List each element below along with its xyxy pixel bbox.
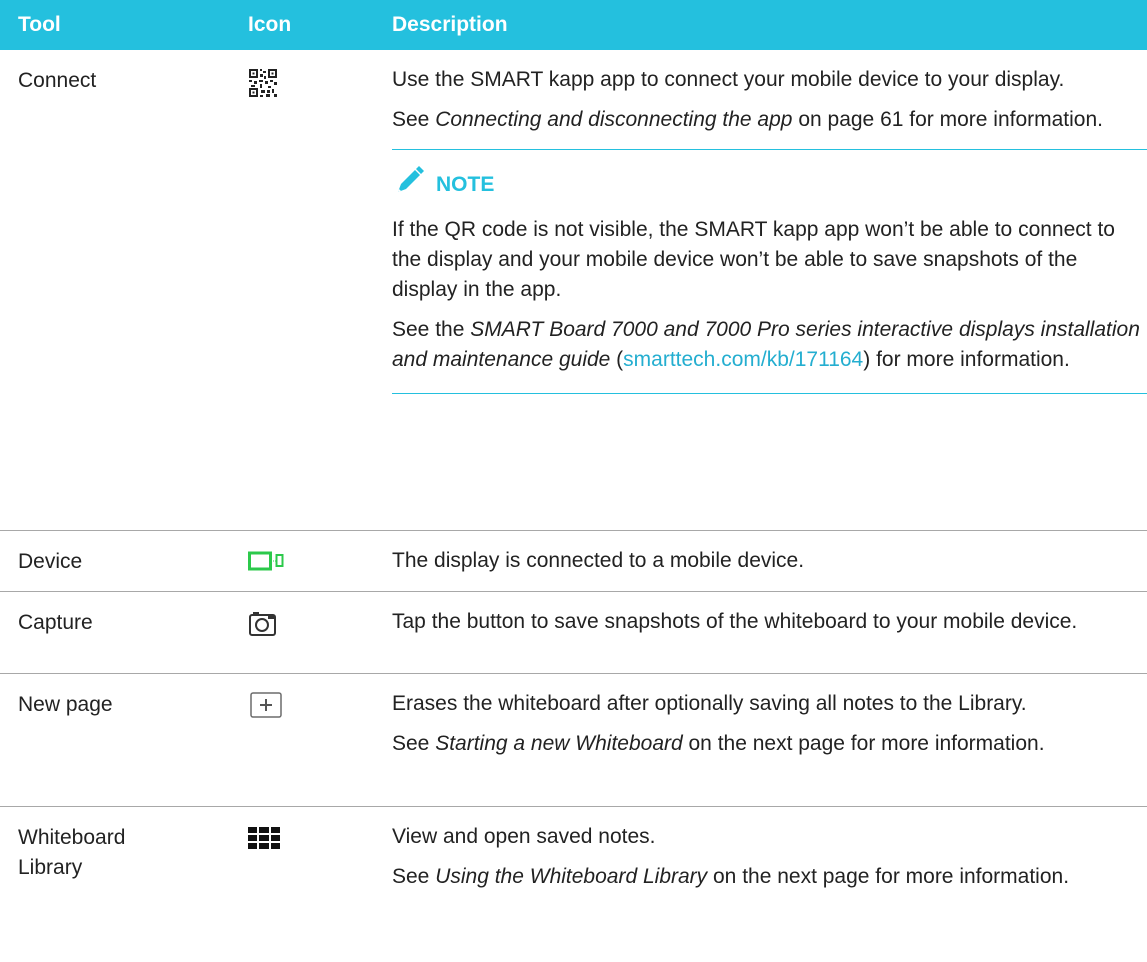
reference-title: Connecting and disconnecting the app xyxy=(435,108,793,131)
reference-title: Using the Whiteboard Library xyxy=(435,865,708,888)
tool-name: Whiteboard Library xyxy=(18,826,126,879)
description: View and open saved notes. See Using the… xyxy=(392,822,1132,902)
description: Tap the button to save snapshots of the … xyxy=(392,607,1132,647)
header-icon: Icon xyxy=(248,13,292,36)
see-reference: See Starting a new Whiteboard on the nex… xyxy=(392,732,1045,755)
guide-link[interactable]: smarttech.com/kb/171164 xyxy=(623,348,863,371)
description-text: Use the SMART kapp app to connect your m… xyxy=(392,68,1065,91)
description-text: View and open saved notes. xyxy=(392,825,656,848)
header-tool: Tool xyxy=(18,13,61,36)
tool-name: Capture xyxy=(18,611,93,634)
see-reference: See Using the Whiteboard Library on the … xyxy=(392,865,1070,888)
note-header: NOTE xyxy=(394,164,1147,205)
description-text: Erases the whiteboard after optionally s… xyxy=(392,692,1027,715)
tools-table: Tool Icon Description Connect Use the SM… xyxy=(0,0,1147,957)
description: Use the SMART kapp app to connect your m… xyxy=(392,65,1147,394)
pencil-icon xyxy=(394,164,426,205)
note-box: NOTE If the QR code is not visible, the … xyxy=(392,149,1147,394)
description: The display is connected to a mobile dev… xyxy=(392,546,1132,586)
tool-name: New page xyxy=(18,693,113,716)
note-label: NOTE xyxy=(436,172,495,196)
new-page-plus-icon[interactable] xyxy=(250,692,282,723)
note-reference: See the SMART Board 7000 and 7000 Pro se… xyxy=(392,318,1140,371)
tool-name: Device xyxy=(18,550,83,573)
tool-name: Connect xyxy=(18,69,97,92)
description-text: Tap the button to save snapshots of the … xyxy=(392,610,1078,633)
table-row-connect: Connect Use the SMART kapp app to connec… xyxy=(0,50,1147,531)
description-text: The display is connected to a mobile dev… xyxy=(392,549,805,572)
qr-code-icon xyxy=(248,68,278,103)
camera-icon xyxy=(248,610,278,643)
grid-library-icon xyxy=(248,827,280,854)
table-row-new-page: New page Erases the whiteboard after opt… xyxy=(0,674,1147,807)
table-header: Tool Icon Description xyxy=(0,0,1147,50)
see-reference: See Connecting and disconnecting the app… xyxy=(392,108,1103,131)
device-connected-icon xyxy=(248,551,284,576)
header-description: Description xyxy=(392,13,508,36)
table-row-device: Device The display is connected to a mob… xyxy=(0,531,1147,592)
note-text: If the QR code is not visible, the SMART… xyxy=(392,218,1115,301)
description: Erases the whiteboard after optionally s… xyxy=(392,689,1132,769)
table-row-whiteboard-library: Whiteboard Library View and open saved n… xyxy=(0,807,1147,957)
table-row-capture: Capture Tap the button to save snapshots… xyxy=(0,592,1147,674)
reference-title: Starting a new Whiteboard xyxy=(435,732,683,755)
